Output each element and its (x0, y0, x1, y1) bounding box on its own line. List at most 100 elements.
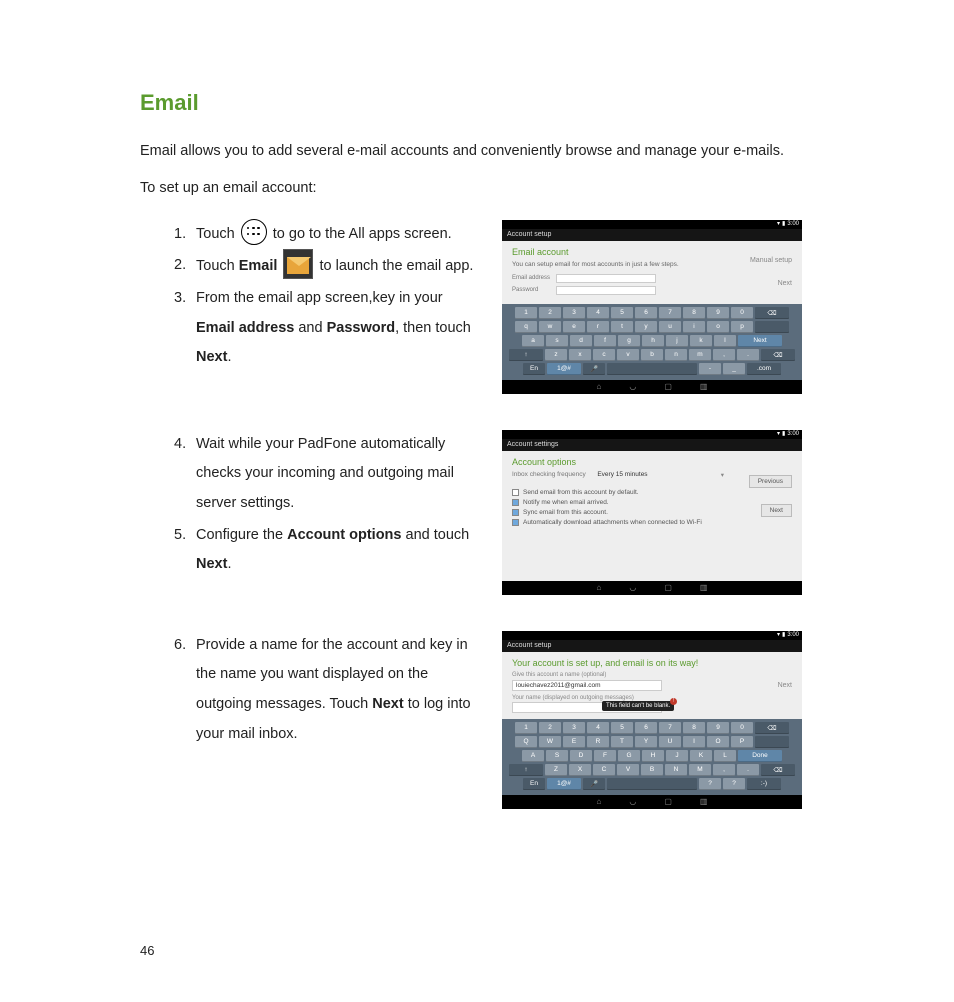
key[interactable]: t (611, 321, 633, 333)
on-screen-keyboard[interactable]: 1234567890⌫QWERTYUIOPASDFGHJKLDone↑ZXCVB… (502, 719, 802, 795)
key[interactable]: C (593, 764, 615, 776)
key[interactable]: o (707, 321, 729, 333)
key[interactable]: , (713, 764, 735, 776)
back-icon[interactable]: ◡ (629, 382, 636, 391)
key[interactable] (607, 363, 697, 375)
key[interactable]: j (666, 335, 688, 347)
key[interactable] (755, 321, 789, 333)
key[interactable]: z (545, 349, 567, 361)
key[interactable]: l (714, 335, 736, 347)
key[interactable]: X (569, 764, 591, 776)
recent-icon[interactable]: ▢ (664, 382, 672, 391)
key[interactable]: 7 (659, 722, 681, 734)
key[interactable]: x (569, 349, 591, 361)
email-field[interactable] (556, 274, 656, 283)
recent-icon[interactable]: ▢ (664, 583, 672, 592)
key[interactable]: u (659, 321, 681, 333)
key[interactable]: k (690, 335, 712, 347)
key[interactable]: A (522, 750, 544, 762)
key[interactable]: Z (545, 764, 567, 776)
key[interactable]: I (683, 736, 705, 748)
key[interactable]: Q (515, 736, 537, 748)
key[interactable]: ⌫ (755, 307, 789, 319)
key[interactable]: v (617, 349, 639, 361)
key[interactable]: h (642, 335, 664, 347)
key[interactable]: _ (723, 363, 745, 375)
apps-nav-icon[interactable]: ▥ (700, 382, 708, 391)
key[interactable]: 2 (539, 307, 561, 319)
key[interactable]: ⌫ (761, 349, 795, 361)
key[interactable]: ↑ (509, 349, 543, 361)
key[interactable]: E (563, 736, 585, 748)
key[interactable]: 3 (563, 722, 585, 734)
key[interactable]: 9 (707, 722, 729, 734)
key[interactable]: 4 (587, 722, 609, 734)
key[interactable]: H (642, 750, 664, 762)
key[interactable]: w (539, 321, 561, 333)
key[interactable] (607, 778, 697, 790)
key[interactable]: r (587, 321, 609, 333)
key[interactable]: En (523, 778, 545, 790)
back-icon[interactable]: ◡ (629, 583, 636, 592)
key[interactable]: 0 (731, 722, 753, 734)
checkbox-notify[interactable] (512, 499, 519, 506)
manual-setup-button[interactable]: Manual setup (750, 255, 792, 266)
key[interactable]: 8 (683, 307, 705, 319)
home-icon[interactable]: ⌂ (597, 797, 602, 806)
key[interactable]: T (611, 736, 633, 748)
key[interactable]: G (618, 750, 640, 762)
key[interactable]: 1 (515, 722, 537, 734)
key[interactable]: n (665, 349, 687, 361)
password-field[interactable] (556, 286, 656, 295)
key[interactable]: 3 (563, 307, 585, 319)
key[interactable]: g (618, 335, 640, 347)
key[interactable]: 1@# (547, 778, 581, 790)
key[interactable]: 7 (659, 307, 681, 319)
key[interactable]: U (659, 736, 681, 748)
key[interactable]: c (593, 349, 615, 361)
checkbox-default[interactable] (512, 489, 519, 496)
key[interactable]: 1 (515, 307, 537, 319)
key[interactable]: ↑ (509, 764, 543, 776)
key[interactable]: Y (635, 736, 657, 748)
key[interactable]: 5 (611, 307, 633, 319)
key[interactable]: 8 (683, 722, 705, 734)
key[interactable]: m (689, 349, 711, 361)
key[interactable]: 🎤 (583, 778, 605, 790)
key[interactable]: P (731, 736, 753, 748)
key[interactable]: e (563, 321, 585, 333)
key[interactable]: K (690, 750, 712, 762)
key[interactable]: M (689, 764, 711, 776)
key[interactable]: q (515, 321, 537, 333)
key[interactable]: ? (723, 778, 745, 790)
key[interactable]: ⌫ (761, 764, 795, 776)
key[interactable]: 1@# (547, 363, 581, 375)
key[interactable]: W (539, 736, 561, 748)
key[interactable]: F (594, 750, 616, 762)
key[interactable]: - (699, 363, 721, 375)
next-button[interactable]: Next (778, 278, 792, 289)
key[interactable]: . (737, 764, 759, 776)
key[interactable]: b (641, 349, 663, 361)
key[interactable]: ? (699, 778, 721, 790)
key[interactable]: ⌫ (755, 722, 789, 734)
key[interactable]: 9 (707, 307, 729, 319)
key[interactable]: 2 (539, 722, 561, 734)
key[interactable]: D (570, 750, 592, 762)
apps-nav-icon[interactable]: ▥ (700, 583, 708, 592)
home-icon[interactable]: ⌂ (597, 382, 602, 391)
key[interactable]: 0 (731, 307, 753, 319)
checkbox-autodl[interactable] (512, 519, 519, 526)
key[interactable]: 4 (587, 307, 609, 319)
key[interactable]: 🎤 (583, 363, 605, 375)
checkbox-sync[interactable] (512, 509, 519, 516)
key[interactable]: 6 (635, 307, 657, 319)
back-icon[interactable]: ◡ (629, 797, 636, 806)
key[interactable]: . (737, 349, 759, 361)
frequency-dropdown[interactable]: Every 15 minutes (597, 471, 647, 478)
previous-button[interactable]: Previous (749, 475, 792, 488)
key[interactable] (755, 736, 789, 748)
key[interactable]: Done (738, 750, 782, 762)
key[interactable]: d (570, 335, 592, 347)
key[interactable]: Next (738, 335, 782, 347)
